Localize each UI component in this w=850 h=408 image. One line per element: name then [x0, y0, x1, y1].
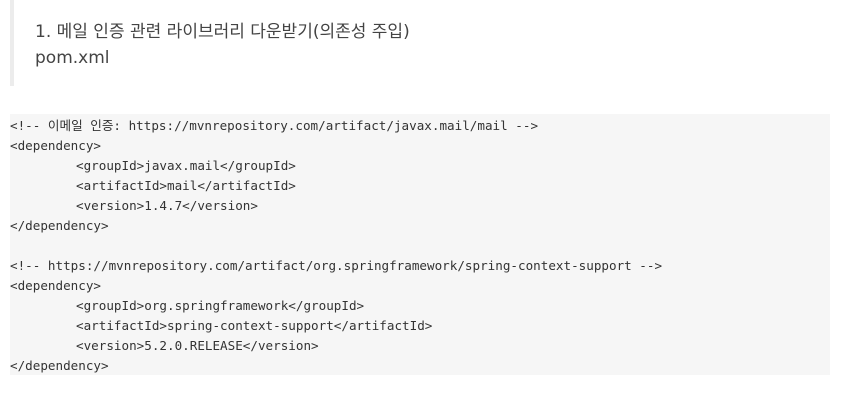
code-group-id: <groupId>org.springframework</groupId>	[76, 298, 365, 313]
code-artifact-id: <artifactId>mail</artifactId>	[76, 178, 296, 193]
code-version: <version>1.4.7</version>	[76, 198, 258, 213]
code-dependency-close: </dependency>	[10, 358, 109, 373]
code-block: <!-- 이메일 인증: https://mvnrepository.com/a…	[10, 114, 830, 375]
code-comment-email: <!-- 이메일 인증: https://mvnrepository.com/a…	[10, 118, 539, 133]
code-artifact-id: <artifactId>spring-context-support</arti…	[76, 318, 433, 333]
code-group-id: <groupId>javax.mail</groupId>	[76, 158, 296, 173]
code-dependency-close: </dependency>	[10, 218, 109, 233]
code-version: <version>5.2.0.RELEASE</version>	[76, 338, 319, 353]
quote-filename: pom.xml	[35, 48, 110, 68]
code-comment-spring: <!-- https://mvnrepository.com/artifact/…	[10, 258, 663, 273]
blockquote: 1. 메일 인증 관련 라이브러리 다운받기(의존성 주입) pom.xml	[10, 0, 840, 86]
code-dependency-open: <dependency>	[10, 138, 101, 153]
code-dependency-open: <dependency>	[10, 278, 101, 293]
quote-heading: 1. 메일 인증 관련 라이브러리 다운받기(의존성 주입)	[35, 22, 410, 42]
